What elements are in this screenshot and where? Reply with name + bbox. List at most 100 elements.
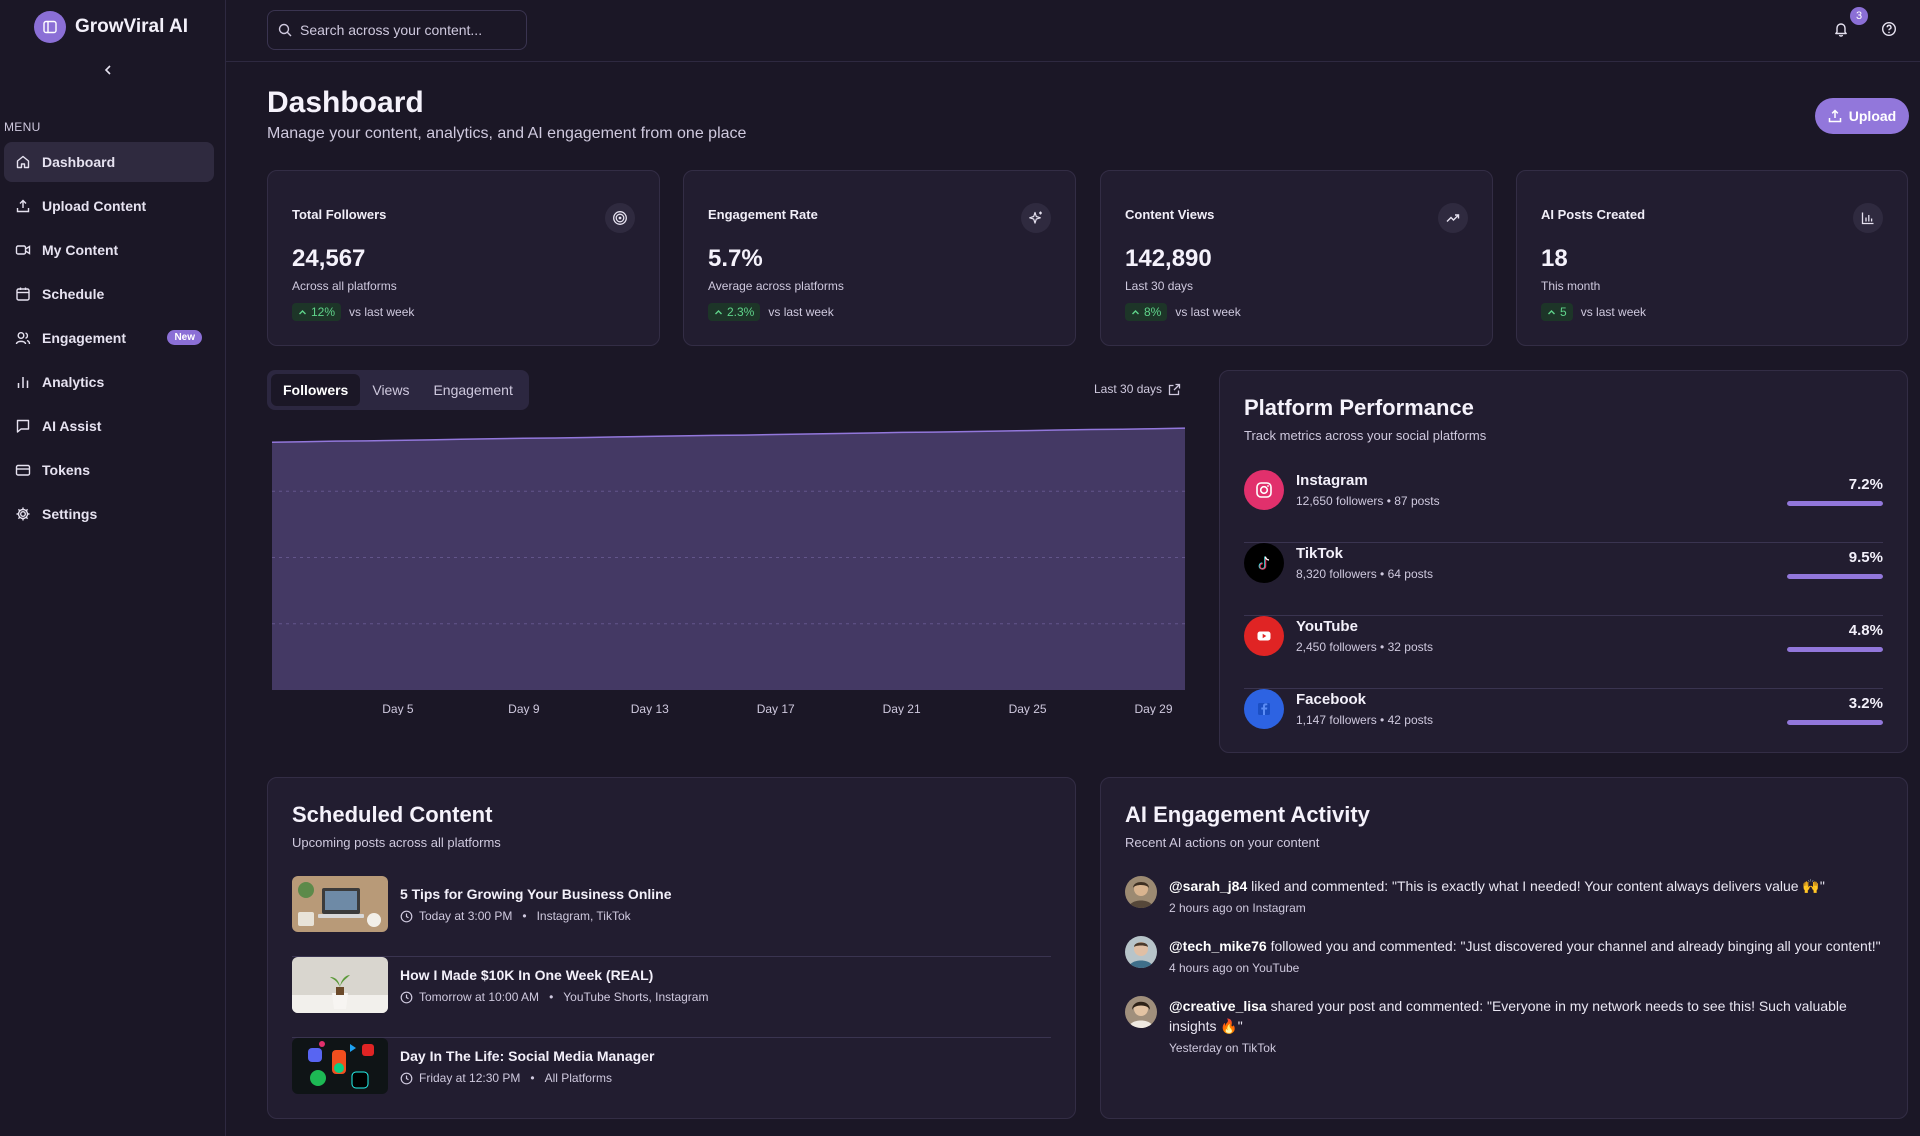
card-icon xyxy=(12,459,34,481)
date-range-button[interactable]: Last 30 days xyxy=(1094,382,1181,396)
stat-sub: Average across platforms xyxy=(708,279,844,293)
sidebar-item-ai-assist[interactable]: AI Assist xyxy=(4,406,214,446)
brand[interactable]: GrowViral AI xyxy=(34,11,188,43)
gear-icon xyxy=(12,503,34,525)
menu-label: MENU xyxy=(4,120,41,134)
message-icon xyxy=(12,415,34,437)
tiktok-icon xyxy=(1244,543,1284,583)
platform-name: Facebook xyxy=(1296,691,1367,708)
post-thumbnail xyxy=(292,1038,388,1094)
search-box[interactable] xyxy=(267,10,527,50)
stat-card-engagement-rate: Engagement Rate 5.7% Average across plat… xyxy=(683,170,1076,346)
activity-message: liked and commented: "This is exactly wh… xyxy=(1247,878,1825,894)
chevron-up-icon xyxy=(715,309,722,314)
sidebar-item-label: AI Assist xyxy=(42,418,102,434)
tab-followers[interactable]: Followers xyxy=(271,374,361,406)
sidebar-toggle-icon xyxy=(34,11,66,43)
new-badge: New xyxy=(167,330,202,345)
clock-icon xyxy=(400,1072,413,1084)
activity-time: Yesterday on TikTok xyxy=(1169,1041,1276,1055)
upload-icon xyxy=(12,195,34,217)
activity-user[interactable]: @creative_lisa xyxy=(1169,998,1267,1014)
platform-row-facebook[interactable]: Facebook 1,147 followers • 42 posts 3.2% xyxy=(1244,689,1883,762)
platform-performance-card: Platform Performance Track metrics acros… xyxy=(1219,370,1908,753)
video-icon xyxy=(12,239,34,261)
users-icon xyxy=(12,327,34,349)
sidebar-item-schedule[interactable]: Schedule xyxy=(4,274,214,314)
activity-item[interactable]: @tech_mike76 followed you and commented:… xyxy=(1125,936,1883,986)
stat-title: Total Followers xyxy=(292,207,387,222)
stat-trend: 2.3% vs last week xyxy=(708,303,834,321)
app-name: GrowViral AI xyxy=(75,16,188,37)
collapse-sidebar-button[interactable] xyxy=(96,58,120,82)
sidebar-item-label: Engagement xyxy=(42,330,127,346)
trend-value: 12% xyxy=(311,305,336,319)
stat-title: AI Posts Created xyxy=(1541,207,1646,222)
platform-meta: 1,147 followers • 42 posts xyxy=(1296,713,1433,727)
platform-performance-subtitle: Track metrics across your social platfor… xyxy=(1244,428,1487,443)
chevron-left-icon xyxy=(104,65,111,75)
platform-progress-fill xyxy=(1787,574,1883,579)
sidebar-item-settings[interactable]: Settings xyxy=(4,494,214,534)
search-icon xyxy=(278,23,292,37)
platform-progress-bar xyxy=(1787,720,1883,725)
sidebar-item-my-content[interactable]: My Content xyxy=(4,230,214,270)
activity-message: shared your post and commented: "Everyon… xyxy=(1169,998,1847,1034)
tab-engagement[interactable]: Engagement xyxy=(421,374,524,406)
sidebar-item-label: Tokens xyxy=(42,462,90,478)
notifications-button[interactable] xyxy=(1830,18,1852,40)
activity-user[interactable]: @sarah_j84 xyxy=(1169,878,1247,894)
stat-card-total-followers: Total Followers 24,567 Across all platfo… xyxy=(267,170,660,346)
followers-area-chart: Day 5 Day 9 Day 13 Day 17 Day 21 Day 25 Day 29 xyxy=(271,427,1186,715)
facebook-icon xyxy=(1244,689,1284,729)
page-title: Dashboard xyxy=(267,86,424,119)
sidebar-item-engagement[interactable]: Engagement New xyxy=(4,318,214,358)
sidebar-item-upload-content[interactable]: Upload Content xyxy=(4,186,214,226)
upload-button[interactable]: Upload xyxy=(1815,98,1909,134)
post-thumbnail xyxy=(292,876,388,932)
platform-row-instagram[interactable]: Instagram 12,650 followers • 87 posts 7.… xyxy=(1244,470,1883,543)
platform-name: Instagram xyxy=(1296,472,1368,489)
sidebar-item-analytics[interactable]: Analytics xyxy=(4,362,214,402)
scheduled-item[interactable]: 5 Tips for Growing Your Business Online … xyxy=(292,876,1051,957)
sidebar-item-dashboard[interactable]: Dashboard xyxy=(4,142,214,182)
platform-row-youtube[interactable]: YouTube 2,450 followers • 32 posts 4.8% xyxy=(1244,616,1883,689)
post-thumbnail xyxy=(292,957,388,1013)
help-circle-icon xyxy=(1881,21,1897,37)
sidebar-item-tokens[interactable]: Tokens xyxy=(4,450,214,490)
stat-card-ai-posts: AI Posts Created 18 This month 5 vs last… xyxy=(1516,170,1908,346)
x-tick-label: Day 25 xyxy=(1009,702,1047,715)
bar-chart-icon xyxy=(1853,203,1883,233)
activity-item[interactable]: @sarah_j84 liked and commented: "This is… xyxy=(1125,876,1883,926)
stat-sub: Last 30 days xyxy=(1125,279,1194,293)
search-input[interactable] xyxy=(300,22,500,38)
separator-dot: • xyxy=(522,909,527,923)
trend-label: vs last week xyxy=(349,305,415,319)
platform-progress-fill xyxy=(1787,501,1883,506)
scheduled-item-meta: Today at 3:00 PM • Instagram, TikTok xyxy=(400,909,631,923)
scheduled-item[interactable]: How I Made $10K In One Week (REAL) Tomor… xyxy=(292,957,1051,1038)
bell-icon xyxy=(1835,23,1847,37)
help-button[interactable] xyxy=(1878,18,1900,40)
platform-row-tiktok[interactable]: TikTok 8,320 followers • 64 posts 9.5% xyxy=(1244,543,1883,616)
scheduled-item-time: Friday at 12:30 PM xyxy=(419,1071,521,1085)
external-link-icon xyxy=(1168,383,1181,395)
activity-text: @creative_lisa shared your post and comm… xyxy=(1169,996,1883,1036)
stat-sub: Across all platforms xyxy=(292,279,397,293)
scheduled-item[interactable]: Day In The Life: Social Media Manager Fr… xyxy=(292,1038,1051,1119)
sidebar-nav: Dashboard Upload Content My Content Sche… xyxy=(0,142,226,538)
upload-button-label: Upload xyxy=(1848,108,1897,124)
avatar xyxy=(1125,876,1157,908)
activity-item[interactable]: @creative_lisa shared your post and comm… xyxy=(1125,996,1883,1066)
separator-dot: • xyxy=(530,1071,535,1085)
platform-rate: 4.8% xyxy=(1848,622,1883,639)
activity-user[interactable]: @tech_mike76 xyxy=(1169,938,1267,954)
ai-activity-title: AI Engagement Activity xyxy=(1125,802,1370,827)
clock-icon xyxy=(400,910,413,922)
scheduled-content-subtitle: Upcoming posts across all platforms xyxy=(292,835,501,850)
sidebar-item-label: Analytics xyxy=(42,374,105,390)
tab-views[interactable]: Views xyxy=(360,374,421,406)
clock-icon xyxy=(400,991,413,1003)
platform-rate: 3.2% xyxy=(1848,695,1883,712)
scheduled-item-title: How I Made $10K In One Week (REAL) xyxy=(400,967,654,983)
